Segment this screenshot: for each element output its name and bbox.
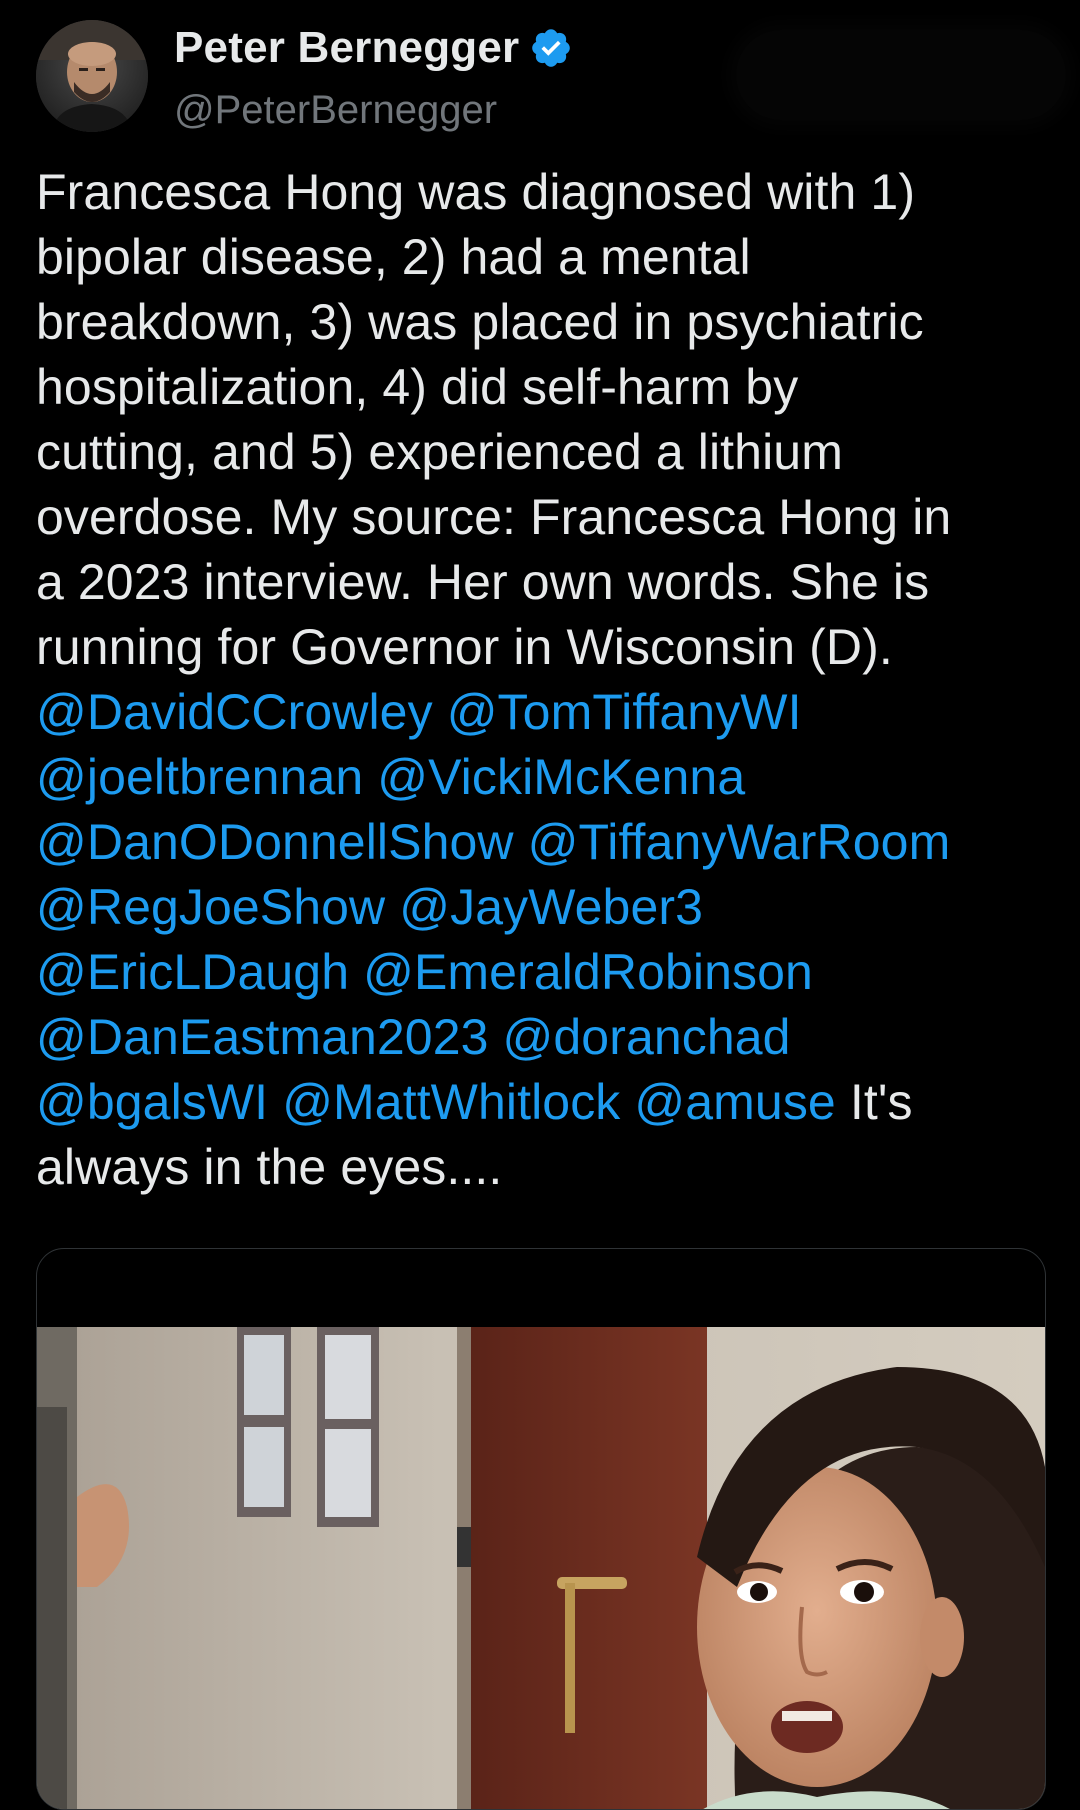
tweet-text-line: @DavidCCrowley @TomTiffanyWI (36, 680, 1056, 745)
mention-link[interactable]: @DavidCCrowley (36, 684, 433, 740)
tweet-text-segment (349, 944, 363, 1000)
tweet-media-card[interactable] (36, 1248, 1046, 1810)
author-display-name[interactable]: Peter Bernegger (174, 23, 519, 73)
tweet-text-segment (268, 1074, 282, 1130)
mention-link[interactable]: @DanODonnellShow (36, 814, 514, 870)
tweet-text-line: @DanODonnellShow @TiffanyWarRoom (36, 810, 1056, 875)
tweet-text-line: running for Governor in Wisconsin (D). (36, 615, 1056, 680)
tweet-text-line: bipolar disease, 2) had a mental (36, 225, 1056, 290)
author-name-row[interactable]: Peter Bernegger (174, 20, 573, 76)
tweet-text-line: @EricLDaugh @EmeraldRobinson (36, 940, 1056, 1005)
tweet-text-segment (514, 814, 528, 870)
tweet-text-segment: bipolar disease, 2) had a mental (36, 229, 751, 285)
tweet-text-segment (489, 1009, 503, 1065)
tweet-text-segment: cutting, and 5) experienced a lithium (36, 424, 843, 480)
author-avatar[interactable] (36, 20, 148, 132)
tweet-text-segment: always in the eyes.... (36, 1139, 503, 1195)
mention-link[interactable]: @JayWeber3 (399, 879, 703, 935)
mention-link[interactable]: @EricLDaugh (36, 944, 349, 1000)
mention-link[interactable]: @doranchad (503, 1009, 791, 1065)
mention-link[interactable]: @TiffanyWarRoom (528, 814, 951, 870)
tweet-text-segment: overdose. My source: Francesca Hong in (36, 489, 952, 545)
tweet-text-line: @DanEastman2023 @doranchad (36, 1005, 1056, 1070)
tweet-text-line: always in the eyes.... (36, 1135, 1056, 1200)
tweet-text-segment (433, 684, 447, 740)
video-still-image[interactable] (37, 1327, 1045, 1809)
mention-link[interactable]: @amuse (634, 1074, 835, 1130)
tweet-text-line: cutting, and 5) experienced a lithium (36, 420, 1056, 485)
tweet-text-segment: a 2023 interview. Her own words. She is (36, 554, 930, 610)
verified-badge-icon[interactable] (529, 26, 573, 70)
mention-link[interactable]: @MattWhitlock (282, 1074, 620, 1130)
tweet-text-line: @joeltbrennan @VickiMcKenna (36, 745, 1056, 810)
tweet-text-segment: Francesca Hong was diagnosed with 1) (36, 164, 916, 220)
tweet-text-segment: hospitalization, 4) did self-harm by (36, 359, 799, 415)
mention-link[interactable]: @VickiMcKenna (377, 749, 745, 805)
tweet-text-segment (385, 879, 399, 935)
tweet-text-line: breakdown, 3) was placed in psychiatric (36, 290, 1056, 355)
tweet-text-line: @RegJoeShow @JayWeber3 (36, 875, 1056, 940)
mention-link[interactable]: @TomTiffanyWI (447, 684, 802, 740)
tweet-header: Peter Bernegger @PeterBernegger (36, 20, 1066, 140)
media-photo-icon (37, 1327, 1045, 1809)
tweet-text-line: a 2023 interview. Her own words. She is (36, 550, 1056, 615)
mention-link[interactable]: @joeltbrennan (36, 749, 363, 805)
mention-link[interactable]: @DanEastman2023 (36, 1009, 489, 1065)
author-handle[interactable]: @PeterBernegger (174, 88, 497, 133)
tweet-text-line: Francesca Hong was diagnosed with 1) (36, 160, 1056, 225)
tweet-text-segment (620, 1074, 634, 1130)
tweet-text-segment (363, 749, 377, 805)
tweet-text-segment: breakdown, 3) was placed in psychiatric (36, 294, 924, 350)
avatar-photo-icon (36, 20, 148, 132)
tweet-text-segment: It's (835, 1074, 913, 1130)
tweet-text-line: overdose. My source: Francesca Hong in (36, 485, 1056, 550)
mention-link[interactable]: @RegJoeShow (36, 879, 385, 935)
tweet-text-segment: running for Governor in Wisconsin (D). (36, 619, 893, 675)
tweet-text-line: @bgalsWI @MattWhitlock @amuse It's (36, 1070, 1056, 1135)
mention-link[interactable]: @EmeraldRobinson (363, 944, 813, 1000)
tweet-text: Francesca Hong was diagnosed with 1) bipo… (36, 160, 1056, 1200)
mention-link[interactable]: @bgalsWI (36, 1074, 268, 1130)
redacted-area (736, 30, 1066, 120)
tweet-text-line: hospitalization, 4) did self-harm by (36, 355, 1056, 420)
